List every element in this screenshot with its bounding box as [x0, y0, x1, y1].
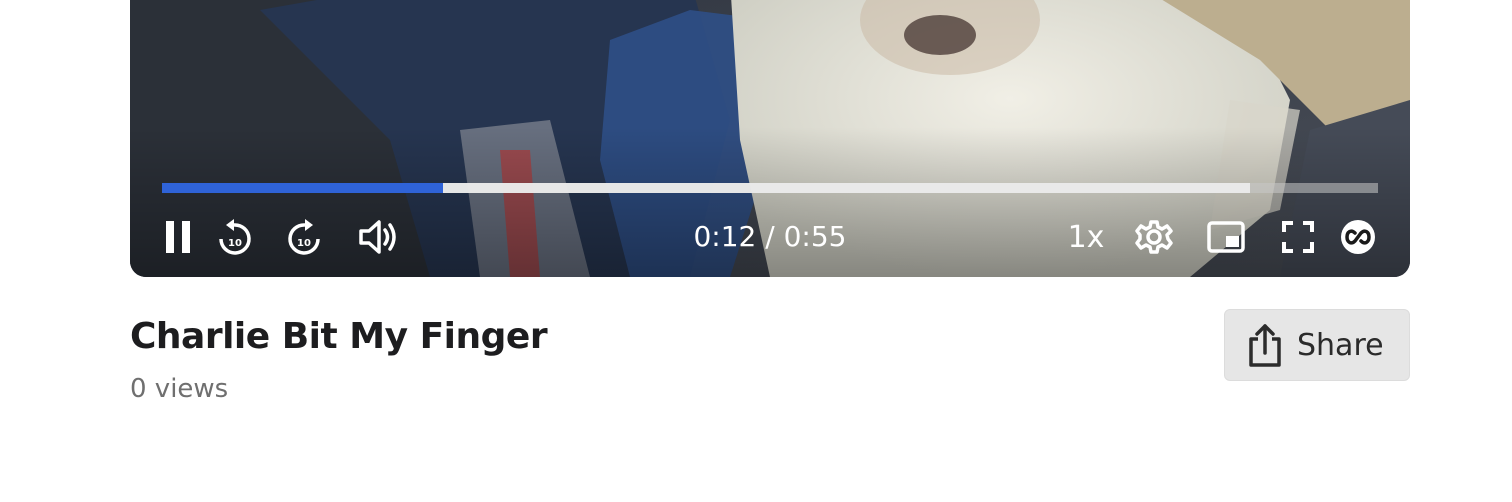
progress-played [162, 183, 443, 193]
loop-button[interactable] [1340, 217, 1376, 257]
svg-text:10: 10 [228, 238, 242, 249]
forward-10-icon: 10 [288, 219, 320, 255]
gear-icon [1135, 220, 1173, 254]
picture-in-picture-icon [1207, 221, 1245, 253]
playback-speed-label: 1x [1067, 219, 1105, 255]
forward-button[interactable]: 10 [285, 217, 325, 257]
fullscreen-button[interactable] [1280, 217, 1316, 257]
view-count: 0 views [130, 374, 229, 404]
share-label: Share [1297, 327, 1384, 363]
rewind-button[interactable]: 10 [214, 217, 254, 257]
playback-speed-button[interactable]: 1x [1066, 217, 1106, 257]
pause-button[interactable] [160, 217, 196, 257]
time-separator: / [756, 220, 784, 253]
settings-button[interactable] [1132, 217, 1176, 257]
pause-icon [166, 221, 190, 253]
share-icon [1249, 324, 1281, 367]
time-display: 0:12 / 0:55 [670, 219, 870, 255]
duration: 0:55 [783, 220, 847, 253]
progress-bar[interactable] [162, 183, 1378, 193]
volume-button[interactable] [356, 217, 400, 257]
video-title: Charlie Bit My Finger [130, 316, 548, 357]
current-time: 0:12 [693, 220, 757, 253]
svg-text:10: 10 [297, 238, 311, 249]
volume-icon [359, 220, 396, 254]
rewind-10-icon: 10 [219, 219, 251, 255]
video-player[interactable]: 10 10 0:12 / 0:55 1x [130, 0, 1410, 277]
share-button[interactable]: Share [1224, 309, 1410, 381]
loop-icon [1341, 220, 1375, 254]
fullscreen-icon [1282, 221, 1314, 253]
picture-in-picture-button[interactable] [1206, 217, 1246, 257]
